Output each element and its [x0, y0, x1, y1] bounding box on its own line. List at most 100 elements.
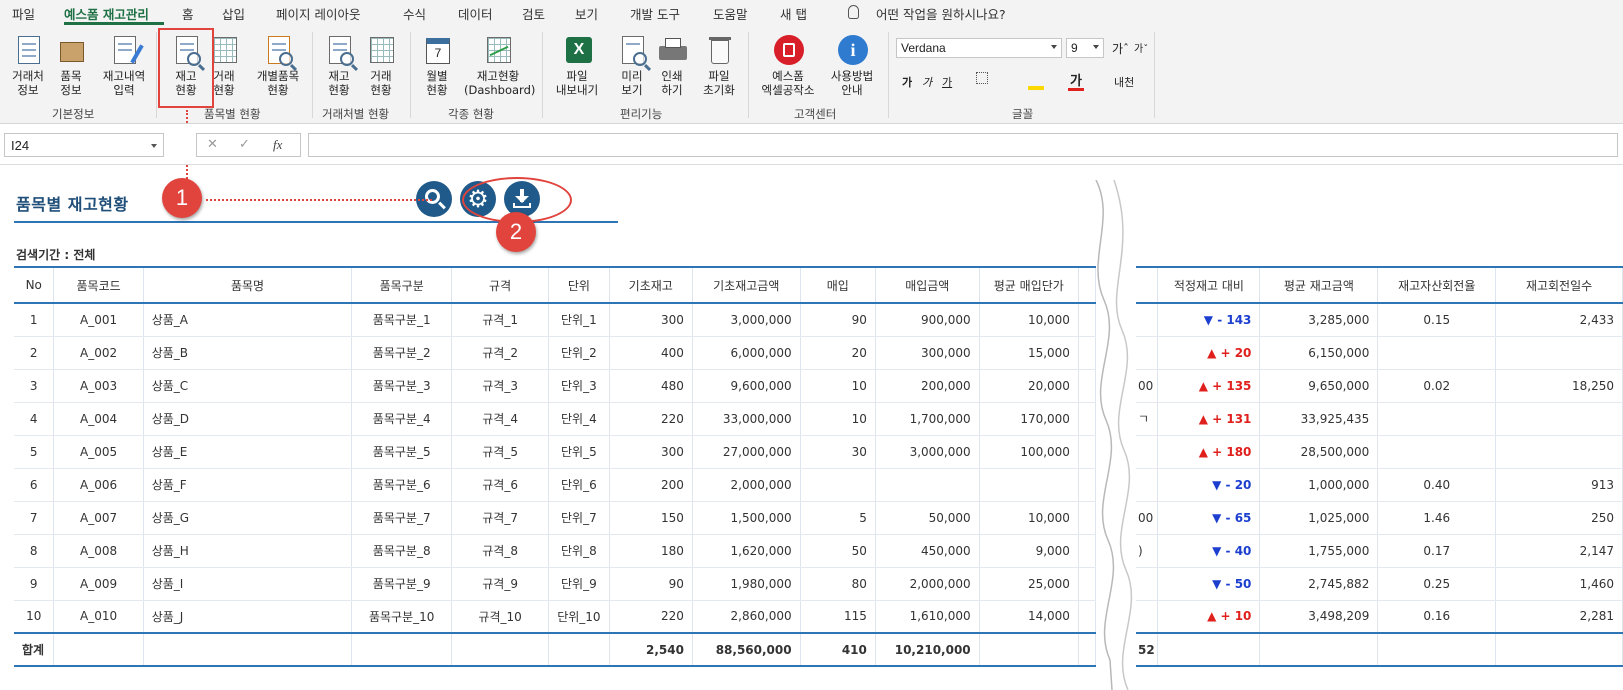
cell-item-name[interactable]: 상품_A — [143, 303, 353, 337]
enter-icon[interactable]: ✓ — [239, 137, 250, 152]
cell-item-category[interactable]: 품목구분_7 — [351, 501, 452, 535]
formula-input[interactable] — [308, 133, 1618, 157]
cell-purchase-qty[interactable]: 50 — [800, 534, 876, 568]
cell-purchase-amount[interactable]: 3,000,000 — [875, 435, 980, 469]
phonetic-icon[interactable]: 내천 — [1114, 74, 1134, 90]
cell-turnover-days[interactable]: 2,281 — [1495, 600, 1623, 634]
cell-opening-stock[interactable]: 220 — [609, 600, 693, 634]
cell-turnover-rate[interactable]: 0.17 — [1377, 534, 1497, 568]
cell-avg-stock-amount[interactable]: 1,755,000 — [1259, 534, 1379, 568]
cell-avg-stock-amount[interactable]: 2,745,882 — [1259, 567, 1379, 601]
cell-avg-purchase-price[interactable]: 9,000 — [979, 534, 1079, 568]
cell-purchase-qty[interactable] — [800, 468, 876, 502]
cell-no[interactable]: 7 — [14, 501, 55, 535]
usage-guide-button[interactable]: i 사용방법 안내 — [824, 34, 880, 97]
cell-opening-stock-amount[interactable]: 2,860,000 — [692, 600, 801, 634]
customer-info-button[interactable]: 거래처 정보 — [6, 34, 50, 97]
tell-me-search[interactable]: 어떤 작업을 원하시나요? — [876, 4, 1006, 23]
cell-unit[interactable]: 단위_6 — [548, 468, 610, 502]
cell-turnover-rate[interactable]: 0.40 — [1377, 468, 1497, 502]
table-row[interactable]: 4 A_004 상품_D 품목구분_4 규격_4 단위_4 220 33,000,000 10 1… — [14, 402, 1097, 436]
print-button[interactable]: 인쇄 하기 — [654, 34, 690, 97]
cell-item-name[interactable]: 상품_H — [143, 534, 353, 568]
table-row[interactable]: 7 A_007 상품_G 품목구분_7 규격_7 단위_7 150 1,500,000 5 50,… — [14, 501, 1097, 535]
dashboard-button[interactable]: 재고현황 (Dashboard) — [464, 34, 535, 97]
table-row[interactable]: 9 A_009 상품_I 품목구분_9 규격_9 단위_9 90 1,980,000 80 2,0… — [14, 567, 1097, 601]
cell-purchase-amount[interactable]: 900,000 — [875, 303, 980, 337]
cell-opening-stock[interactable]: 90 — [609, 567, 693, 601]
cell-turnover-days[interactable]: 1,460 — [1495, 567, 1623, 601]
cell-vs-optimal-stock[interactable]: ▼ - 65 — [1157, 501, 1261, 535]
border-icon[interactable] — [976, 72, 988, 84]
table-row[interactable]: 10 A_010 상품_J 품목구분_10 규격_10 단위_10 220 2,860,000… — [14, 600, 1097, 634]
tab-yesform-inventory[interactable]: 예스폼 재고관리 — [64, 4, 149, 23]
cell-avg-stock-amount[interactable]: 28,500,000 — [1259, 435, 1379, 469]
cell-opening-stock[interactable]: 200 — [609, 468, 693, 502]
cell-item-code[interactable]: A_008 — [53, 534, 144, 568]
cell-vs-optimal-stock[interactable]: ▼ - 50 — [1157, 567, 1261, 601]
cell-opening-stock[interactable]: 220 — [609, 402, 693, 436]
cell-vs-optimal-stock[interactable]: ▼ - 40 — [1157, 534, 1261, 568]
tab-new[interactable]: 새 탭 — [780, 4, 807, 23]
table-row[interactable]: 8 A_008 상품_H 품목구분_8 규격_8 단위_8 180 1,620,000 50 45… — [14, 534, 1097, 568]
cell-item-code[interactable]: A_010 — [53, 600, 144, 634]
cell-item-code[interactable]: A_001 — [53, 303, 144, 337]
cell-purchase-qty[interactable]: 115 — [800, 600, 876, 634]
cell-avg-stock-amount[interactable]: 33,925,435 — [1259, 402, 1379, 436]
font-name-select[interactable]: Verdana — [896, 38, 1062, 58]
cell-purchase-amount[interactable]: 1,610,000 — [875, 600, 980, 634]
tab-developer[interactable]: 개발 도구 — [630, 4, 680, 23]
table-row[interactable]: 5 A_005 상품_E 품목구분_5 규격_5 단위_5 300 27,000,000 30 3… — [14, 435, 1097, 469]
underline-icon[interactable]: 가 — [942, 74, 952, 90]
name-box[interactable]: I24 — [4, 133, 164, 157]
tab-home[interactable]: 홈 — [182, 4, 194, 23]
cell-turnover-days[interactable]: 2,147 — [1495, 534, 1623, 568]
cell-item-name[interactable]: 상품_E — [143, 435, 353, 469]
cell-no[interactable]: 4 — [14, 402, 55, 436]
cell-opening-stock[interactable]: 180 — [609, 534, 693, 568]
cell-purchase-amount[interactable]: 450,000 — [875, 534, 980, 568]
table-row[interactable]: 6 A_006 상품_F 품목구분_6 규격_6 단위_6 200 2,000,000 — [14, 468, 1097, 502]
cell-unit[interactable]: 단위_5 — [548, 435, 610, 469]
italic-icon[interactable]: 가 — [922, 74, 932, 90]
cell-no[interactable]: 3 — [14, 369, 55, 403]
cell-item-code[interactable]: A_003 — [53, 369, 144, 403]
cell-purchase-qty[interactable]: 5 — [800, 501, 876, 535]
table-row[interactable]: ▲ + 10 3,498,209 0.16 2,281 — [1136, 600, 1623, 634]
cell-item-code[interactable]: A_002 — [53, 336, 144, 370]
cancel-icon[interactable]: ✕ — [207, 137, 218, 152]
cell-avg-stock-amount[interactable]: 1,025,000 — [1259, 501, 1379, 535]
cell-turnover-days[interactable] — [1495, 336, 1623, 370]
cell-item-category[interactable]: 품목구분_2 — [351, 336, 452, 370]
cell-item-category[interactable]: 품목구분_5 — [351, 435, 452, 469]
cell-item-category[interactable]: 품목구분_4 — [351, 402, 452, 436]
cell-turnover-rate[interactable]: 1.46 — [1377, 501, 1497, 535]
cell-turnover-rate[interactable]: 0.25 — [1377, 567, 1497, 601]
cell-turnover-rate[interactable] — [1377, 435, 1497, 469]
cell-unit[interactable]: 단위_1 — [548, 303, 610, 337]
table-row[interactable]: ▼ - 20 1,000,000 0.40 913 — [1136, 468, 1623, 502]
cell-opening-stock-amount[interactable]: 33,000,000 — [692, 402, 801, 436]
cell-turnover-rate[interactable] — [1377, 336, 1497, 370]
bold-icon[interactable]: 가 — [902, 74, 912, 90]
cell-vs-optimal-stock[interactable]: ▲ + 135 — [1157, 369, 1261, 403]
cell-opening-stock-amount[interactable]: 9,600,000 — [692, 369, 801, 403]
cell-item-code[interactable]: A_009 — [53, 567, 144, 601]
cell-purchase-qty[interactable]: 20 — [800, 336, 876, 370]
tab-page-layout[interactable]: 페이지 레이아웃 — [276, 4, 360, 23]
single-item-status-button[interactable]: 개별품목 현황 — [252, 34, 304, 97]
cell-item-category[interactable]: 품목구분_8 — [351, 534, 452, 568]
cell-vs-optimal-stock[interactable]: ▲ + 180 — [1157, 435, 1261, 469]
cell-spec[interactable]: 규격_10 — [451, 600, 550, 634]
tab-data[interactable]: 데이터 — [458, 4, 493, 23]
cell-item-category[interactable]: 품목구분_6 — [351, 468, 452, 502]
insert-function-icon[interactable]: fx — [273, 137, 282, 153]
cell-avg-stock-amount[interactable]: 3,498,209 — [1259, 600, 1379, 634]
cell-spec[interactable]: 규격_5 — [451, 435, 550, 469]
fill-color-icon[interactable] — [1028, 86, 1044, 90]
cell-opening-stock-amount[interactable]: 3,000,000 — [692, 303, 801, 337]
cell-item-code[interactable]: A_005 — [53, 435, 144, 469]
cell-item-code[interactable]: A_006 — [53, 468, 144, 502]
cell-spec[interactable]: 규격_1 — [451, 303, 550, 337]
table-row[interactable]: 1 A_001 상품_A 품목구분_1 규격_1 단위_1 300 3,000,000 90 90… — [14, 303, 1097, 337]
